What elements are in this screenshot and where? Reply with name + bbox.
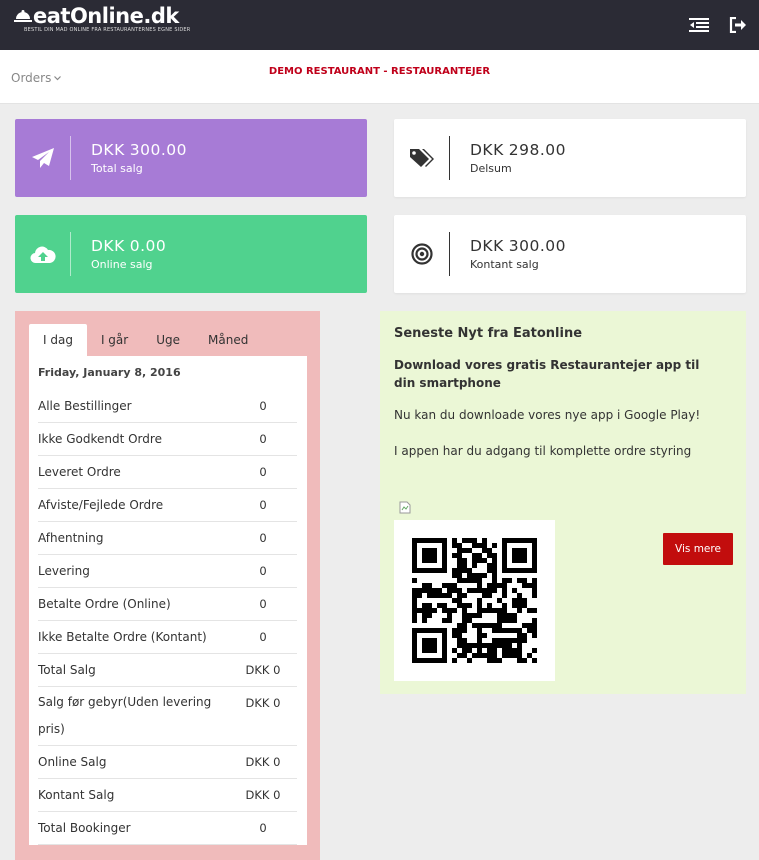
report-tabs: I dag I går Uge Måned <box>29 324 262 356</box>
report-date: Friday, January 8, 2016 <box>38 366 181 379</box>
row-label: Salg før gebyr(Uden levering pris) <box>38 695 212 736</box>
stat-amount: 300.00 <box>129 141 188 159</box>
menu-toggle-icon[interactable] <box>688 14 710 36</box>
row-label: Online Salg <box>38 755 107 769</box>
row-label: Leveret Ordre <box>38 465 121 479</box>
stat-label: Delsum <box>470 162 512 175</box>
table-row: Ikke Betalte Ordre (Kontant) 0 <box>38 621 297 654</box>
row-value: 0 <box>259 399 267 413</box>
logo-text: eatOnline.dk <box>33 4 179 28</box>
row-label: Betalte Ordre (Online) <box>38 597 171 611</box>
row-value: 0 <box>259 564 267 578</box>
qr-code[interactable] <box>394 520 555 681</box>
logout-icon[interactable] <box>727 14 749 36</box>
stat-kontant-salg: DKK 300.00 Kontant salg <box>394 215 746 293</box>
tab-week[interactable]: Uge <box>142 324 194 356</box>
stat-amount: 298.00 <box>508 141 567 159</box>
stat-label: Kontant salg <box>470 258 539 271</box>
table-row: Online Salg DKK 0 <box>38 746 297 779</box>
sub-header: Orders DEMO RESTAURANT - RESTAURANTEJER <box>0 50 759 104</box>
row-label: Levering <box>38 564 90 578</box>
row-label: Total Bookinger <box>38 821 131 835</box>
row-label: Ikke Godkendt Ordre <box>38 432 162 446</box>
tab-today[interactable]: I dag <box>29 324 87 356</box>
stat-currency: DKK <box>91 141 125 159</box>
top-bar: eatOnline.dk BESTIL DIN MAD ONLINE FRA R… <box>0 0 759 50</box>
row-value: 0 <box>259 498 267 512</box>
table-row: Levering 0 <box>38 555 297 588</box>
stat-amount: 0.00 <box>129 237 167 255</box>
news-paragraph-2: I appen har du adgang til komplette ordr… <box>394 444 692 458</box>
table-row: Kontant Salg DKK 0 <box>38 779 297 812</box>
row-value: DKK 0 <box>245 696 281 710</box>
row-value: 0 <box>259 597 267 611</box>
tags-icon <box>394 119 449 197</box>
row-value: 0 <box>259 630 267 644</box>
table-row: Total Salg DKK 0 <box>38 654 297 687</box>
report-rows: Alle Bestillinger 0 Ikke Godkendt Ordre 0 … <box>38 390 297 845</box>
tab-yesterday[interactable]: I går <box>87 324 142 356</box>
stat-currency: DKK <box>470 237 504 255</box>
stat-currency: DKK <box>91 237 125 255</box>
report-table: Friday, January 8, 2016 Alle Bestillinge… <box>29 356 307 845</box>
table-row: Ikke Godkendt Ordre 0 <box>38 423 297 456</box>
table-row: Afviste/Fejlede Ordre 0 <box>38 489 297 522</box>
stat-currency: DKK <box>470 141 504 159</box>
restaurant-name: DEMO RESTAURANT - RESTAURANTEJER <box>268 66 491 77</box>
cloud-upload-icon <box>15 215 70 293</box>
news-headline: Download vores gratis Restaurantejer app… <box>394 358 700 390</box>
table-row: Afhentning 0 <box>38 522 297 555</box>
paper-plane-icon <box>15 119 70 197</box>
logo[interactable]: eatOnline.dk BESTIL DIN MAD ONLINE FRA R… <box>14 4 190 33</box>
table-row: Alle Bestillinger 0 <box>38 390 297 423</box>
broken-image-icon <box>399 501 411 514</box>
vis-mere-button[interactable]: Vis mere <box>663 533 733 565</box>
news-paragraph-1: Nu kan du downloade vores nye app i Goog… <box>394 408 701 422</box>
row-label: Kontant Salg <box>38 788 115 802</box>
tab-month[interactable]: Måned <box>194 324 262 356</box>
row-value: 0 <box>259 821 267 835</box>
table-row: Salg før gebyr(Uden levering pris) DKK 0 <box>38 687 297 746</box>
logo-tagline: BESTIL DIN MAD ONLINE FRA RESTAURANTERNE… <box>24 27 191 33</box>
row-value: DKK 0 <box>245 788 281 802</box>
row-label: Alle Bestillinger <box>38 399 132 413</box>
stat-delsum: DKK 298.00 Delsum <box>394 119 746 197</box>
row-value: DKK 0 <box>245 663 281 677</box>
row-value: 0 <box>259 531 267 545</box>
row-value: 0 <box>259 465 267 479</box>
row-label: Ikke Betalte Ordre (Kontant) <box>38 630 207 644</box>
row-label: Afhentning <box>38 531 104 545</box>
cloche-icon <box>14 10 32 22</box>
table-row: Betalte Ordre (Online) 0 <box>38 588 297 621</box>
stat-amount: 300.00 <box>508 237 567 255</box>
stat-label: Total salg <box>91 162 143 175</box>
row-label: Afviste/Fejlede Ordre <box>38 498 164 512</box>
row-value: DKK 0 <box>245 755 281 769</box>
news-panel: Seneste Nyt fra Eatonline Download vores… <box>380 311 746 694</box>
row-value: 0 <box>259 432 267 446</box>
table-row: Total Bookinger 0 <box>38 812 297 845</box>
stat-total-salg: DKK 300.00 Total salg <box>15 119 367 197</box>
row-label: Total Salg <box>38 663 96 677</box>
report-panel: I dag I går Uge Måned Friday, January 8,… <box>15 311 320 860</box>
stat-online-salg: DKK 0.00 Online salg <box>15 215 367 293</box>
bullseye-icon <box>394 215 449 293</box>
stat-label: Online salg <box>91 258 153 271</box>
table-row: Leveret Ordre 0 <box>38 456 297 489</box>
news-title: Seneste Nyt fra Eatonline <box>394 326 583 341</box>
